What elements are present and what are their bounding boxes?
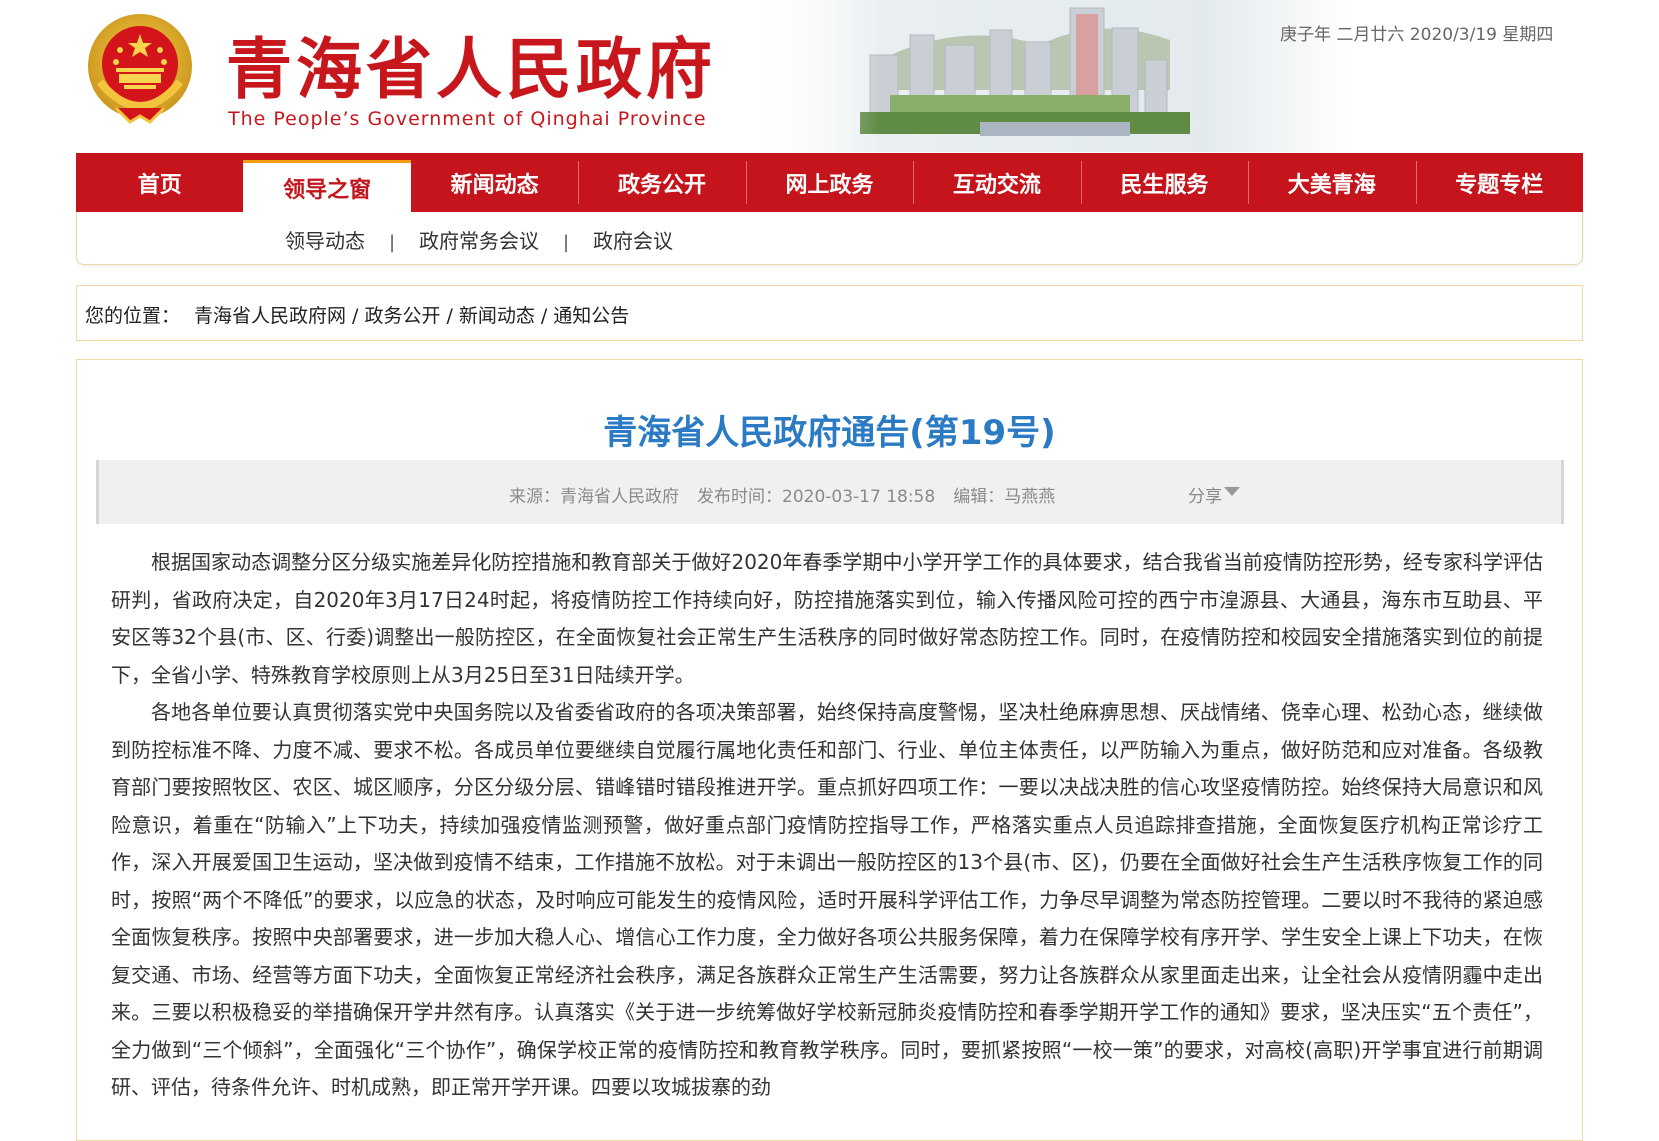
subnav-item-government-meetings[interactable]: 政府会议	[593, 229, 673, 253]
site-title: 青海省人民政府	[226, 30, 716, 108]
share-dropdown-icon	[1224, 487, 1240, 496]
main-nav: 首页 领导之窗 新闻动态 政务公开 网上政务 互动交流 民生服务 大美青海 专题…	[76, 153, 1583, 212]
nav-item-beautiful-qinghai[interactable]: 大美青海	[1248, 153, 1415, 212]
article-container: 青海省人民政府通告(第19号) 来源：青海省人民政府 发布时间：2020-03-1…	[76, 359, 1583, 1141]
subnav-separator: |	[388, 232, 396, 253]
city-banner-image	[740, 0, 1350, 152]
breadcrumb-separator: /	[446, 305, 453, 327]
nav-item-interaction[interactable]: 互动交流	[913, 153, 1080, 212]
breadcrumb-box: 您的位置： 青海省人民政府网 / 政务公开 / 新闻动态 / 通知公告	[76, 285, 1583, 341]
breadcrumb-label: 您的位置：	[85, 305, 181, 327]
meta-editor: 马燕燕	[1004, 487, 1056, 507]
meta-time: 2020-03-17 18:58	[782, 487, 936, 507]
article-paragraph: 各地各单位要认真贯彻落实党中央国务院以及省委省政府的各项决策部署，始终保持高度警…	[111, 700, 1543, 1099]
subnav-item-executive-meetings[interactable]: 政府常务会议	[419, 229, 539, 253]
article-meta-bar: 来源：青海省人民政府 发布时间：2020-03-17 18:58 编辑：马燕燕 分享	[96, 460, 1564, 524]
header-date: 庚子年 二月廿六 2020/3/19 星期四	[1280, 25, 1554, 45]
nav-item-leadership[interactable]: 领导之窗	[243, 160, 411, 212]
meta-source-label: 来源：	[509, 487, 560, 507]
nav-item-government-affairs[interactable]: 政务公开	[578, 153, 745, 212]
breadcrumb: 您的位置： 青海省人民政府网 / 政务公开 / 新闻动态 / 通知公告	[85, 301, 629, 328]
meta-editor-label: 编辑：	[953, 487, 1005, 507]
subnav-separator: |	[562, 232, 570, 253]
breadcrumb-item-home[interactable]: 青海省人民政府网	[194, 305, 346, 327]
meta-source: 青海省人民政府	[560, 487, 679, 507]
article-paragraph: 根据国家动态调整分区分级实施差异化防控措施和教育部关于做好2020年春季学期中小…	[111, 550, 1543, 687]
share-label: 分享	[1188, 487, 1222, 507]
share-button[interactable]: 分享	[1188, 482, 1240, 507]
breadcrumb-separator: /	[352, 305, 359, 327]
meta-time-label: 发布时间：	[697, 487, 782, 507]
site-header: 青海省人民政府 The People’s Government of Qingh…	[0, 0, 1659, 152]
national-emblem-icon	[88, 14, 192, 124]
nav-item-special-topics[interactable]: 专题专栏	[1415, 153, 1583, 212]
article-meta: 来源：青海省人民政府 发布时间：2020-03-17 18:58 编辑：马燕燕	[509, 482, 1055, 507]
breadcrumb-item-news[interactable]: 新闻动态	[459, 305, 535, 327]
nav-item-online-services[interactable]: 网上政务	[745, 153, 913, 212]
article-title: 青海省人民政府通告(第19号)	[603, 413, 1056, 453]
nav-item-news[interactable]: 新闻动态	[411, 153, 578, 212]
sub-nav: 领导动态 | 政府常务会议 | 政府会议	[76, 212, 1583, 265]
breadcrumb-separator: /	[540, 305, 548, 327]
breadcrumb-item-notices[interactable]: 通知公告	[553, 305, 629, 327]
nav-item-home[interactable]: 首页	[76, 153, 243, 212]
nav-item-public-services[interactable]: 民生服务	[1080, 153, 1248, 212]
subnav-item-leader-news[interactable]: 领导动态	[285, 229, 365, 253]
site-subtitle: The People’s Government of Qinghai Provi…	[228, 108, 707, 130]
breadcrumb-item-government-affairs[interactable]: 政务公开	[364, 305, 440, 327]
article-body: 根据国家动态调整分区分级实施差异化防控措施和教育部关于做好2020年春季学期中小…	[111, 544, 1543, 1107]
